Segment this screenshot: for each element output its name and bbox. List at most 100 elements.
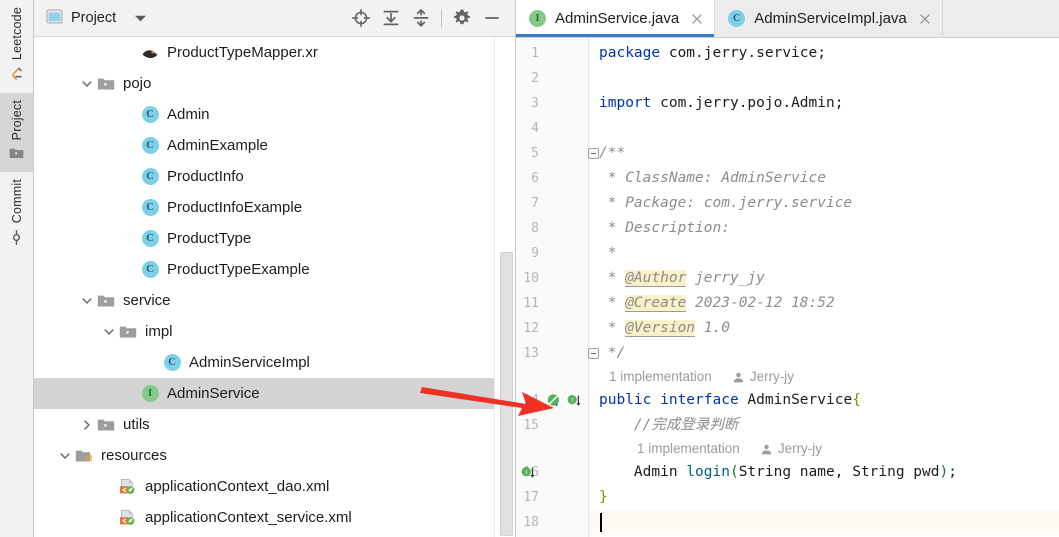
code-token: } xyxy=(599,489,608,505)
code-line-10[interactable]: * @Author jerry_jy xyxy=(589,266,1059,291)
code-line-15[interactable]: //完成登录判断 xyxy=(589,413,1059,438)
code-line-6[interactable]: * ClassName: AdminService xyxy=(589,166,1059,191)
tree-row-pojo[interactable]: pojo xyxy=(34,68,515,99)
code-line-3[interactable]: import com.jerry.pojo.Admin; xyxy=(589,91,1059,116)
tool-tab-leetcode[interactable]: Leetcode xyxy=(0,0,33,93)
code-token: public interface xyxy=(599,392,739,408)
code-editor[interactable]: 1 2 3 4 5 6 7 8 9 10 11 12 13 14 15 16 17 18 I I 1 implemen… xyxy=(516,38,1059,537)
inlay-hint[interactable]: 1 implementation Jerry-jy xyxy=(609,366,794,388)
editor-tab-bar: I AdminService.java C AdminServiceImpl.j… xyxy=(516,0,1059,38)
spring-xml-icon xyxy=(118,477,138,497)
collapse-all-icon[interactable] xyxy=(406,3,436,33)
code-line-1[interactable]: package com.jerry.service; xyxy=(589,41,1059,66)
project-file-tree[interactable]: ProductTypeMapper.xr pojo C Admin C AdminExam… xyxy=(34,37,515,537)
code-token: ) xyxy=(939,464,949,480)
implementing-method-icon[interactable]: I xyxy=(520,465,536,481)
inlay-hint-implementations[interactable]: 1 implementation xyxy=(609,366,712,388)
tree-row-label: applicationContext_dao.xml xyxy=(145,478,330,495)
inlay-hint-implementations[interactable]: 1 implementation xyxy=(637,438,740,460)
code-token: * xyxy=(599,320,626,336)
code-line-13[interactable]: */ xyxy=(589,341,1059,366)
code-line-12[interactable]: * @Version 1.0 xyxy=(589,316,1059,341)
chevron-down-icon[interactable] xyxy=(78,292,96,310)
code-line-17[interactable]: } xyxy=(589,485,1059,510)
code-line-5[interactable]: /** xyxy=(589,141,1059,166)
locate-icon[interactable] xyxy=(346,3,376,33)
tree-row-label: ProductType xyxy=(167,230,252,247)
code-line-16[interactable]: Admin login(String name, String pwd); xyxy=(589,460,1059,485)
fold-open-icon[interactable] xyxy=(588,148,599,159)
tree-row-adminservice[interactable]: I AdminService xyxy=(34,378,515,409)
tool-tab-project[interactable]: Project xyxy=(0,93,33,173)
tree-row-resources[interactable]: resources xyxy=(34,440,515,471)
svg-text:I: I xyxy=(525,470,527,476)
close-icon[interactable] xyxy=(690,12,704,26)
fold-close-icon[interactable] xyxy=(588,348,599,359)
chevron-right-icon[interactable] xyxy=(78,416,96,434)
editor-tab-adminservice[interactable]: I AdminService.java xyxy=(516,0,716,37)
tree-scrollbar-thumb[interactable] xyxy=(500,252,513,536)
project-panel-header: Project xyxy=(34,0,515,37)
code-token: AdminService xyxy=(738,392,853,408)
hide-icon[interactable] xyxy=(477,3,507,33)
gutter-marks-line-16: I xyxy=(516,460,588,485)
line-number: 17 xyxy=(523,490,539,505)
chevron-down-icon[interactable] xyxy=(56,447,74,465)
chevron-down-icon[interactable] xyxy=(78,75,96,93)
tree-row-producttypeexample[interactable]: C ProductTypeExample xyxy=(34,254,515,285)
class-icon: C xyxy=(728,10,746,27)
tree-scrollbar[interactable] xyxy=(494,37,515,537)
settings-gear-icon[interactable] xyxy=(447,3,477,33)
tree-row-adminserviceimpl[interactable]: C AdminServiceImpl xyxy=(34,347,515,378)
tree-row-applicationcontext-service-xml[interactable]: applicationContext_service.xml xyxy=(34,502,515,533)
line-number: 6 xyxy=(531,171,539,186)
tree-row-productinfoexample[interactable]: C ProductInfoExample xyxy=(34,192,515,223)
code-line-8[interactable]: * Description: xyxy=(589,216,1059,241)
interface-implemented-icon[interactable] xyxy=(546,393,562,409)
class-icon: C xyxy=(140,105,160,125)
chevron-down-icon[interactable] xyxy=(134,11,147,26)
chevron-down-icon[interactable] xyxy=(100,323,118,341)
code-line-9[interactable]: * xyxy=(589,241,1059,266)
line-number: 11 xyxy=(523,296,539,311)
inlay-hint[interactable]: 1 implementation Jerry-jy xyxy=(637,438,822,460)
inlay-hint-author[interactable]: Jerry-jy xyxy=(778,438,822,460)
interface-icon: I xyxy=(140,384,160,404)
leetcode-icon xyxy=(9,66,24,84)
editor-tab-adminserviceimpl[interactable]: C AdminServiceImpl.java xyxy=(715,0,943,37)
editor-gutter[interactable]: 1 2 3 4 5 6 7 8 9 10 11 12 13 14 15 16 17 18 I I xyxy=(516,38,589,537)
tree-row-impl[interactable]: impl xyxy=(34,316,515,347)
tree-row-service[interactable]: service xyxy=(34,285,515,316)
code-token: * ClassName: AdminService xyxy=(599,170,826,186)
code-line-14[interactable]: public interface AdminService{ xyxy=(589,388,1059,413)
tree-row-utils[interactable]: utils xyxy=(34,409,515,440)
code-content[interactable]: 1 implementation Jerry-jy 1 implementation… xyxy=(588,38,1059,537)
tree-row-admin[interactable]: C Admin xyxy=(34,99,515,130)
tool-tab-commit[interactable]: Commit xyxy=(0,172,33,256)
code-line-7[interactable]: * Package: com.jerry.service xyxy=(589,191,1059,216)
close-icon[interactable] xyxy=(918,12,932,26)
xml-file-icon xyxy=(140,43,160,63)
tree-row-producttypemapper-xr[interactable]: ProductTypeMapper.xr xyxy=(34,37,515,68)
class-badge: C xyxy=(141,199,159,216)
code-line-18[interactable] xyxy=(589,510,1059,535)
code-line-2[interactable] xyxy=(589,66,1059,91)
class-icon: C xyxy=(140,198,160,218)
implementing-method-icon[interactable]: I xyxy=(566,393,582,409)
code-token: 2023-02-12 18:52 xyxy=(686,295,835,311)
expand-all-icon[interactable] xyxy=(376,3,406,33)
tree-row-applicationcontext-dao-xml[interactable]: applicationContext_dao.xml xyxy=(34,471,515,502)
tree-row-producttype[interactable]: C ProductType xyxy=(34,223,515,254)
tree-row-productinfo[interactable]: C ProductInfo xyxy=(34,161,515,192)
code-token: //完成登录判断 xyxy=(599,417,739,433)
code-token: import xyxy=(599,95,652,111)
interface-badge: I xyxy=(529,10,546,27)
code-line-4[interactable] xyxy=(589,116,1059,141)
inlay-hint-author[interactable]: Jerry-jy xyxy=(750,366,794,388)
code-line-11[interactable]: * @Create 2023-02-12 18:52 xyxy=(589,291,1059,316)
tree-row-adminexample[interactable]: C AdminExample xyxy=(34,130,515,161)
tree-row-label: ProductInfo xyxy=(167,168,244,185)
